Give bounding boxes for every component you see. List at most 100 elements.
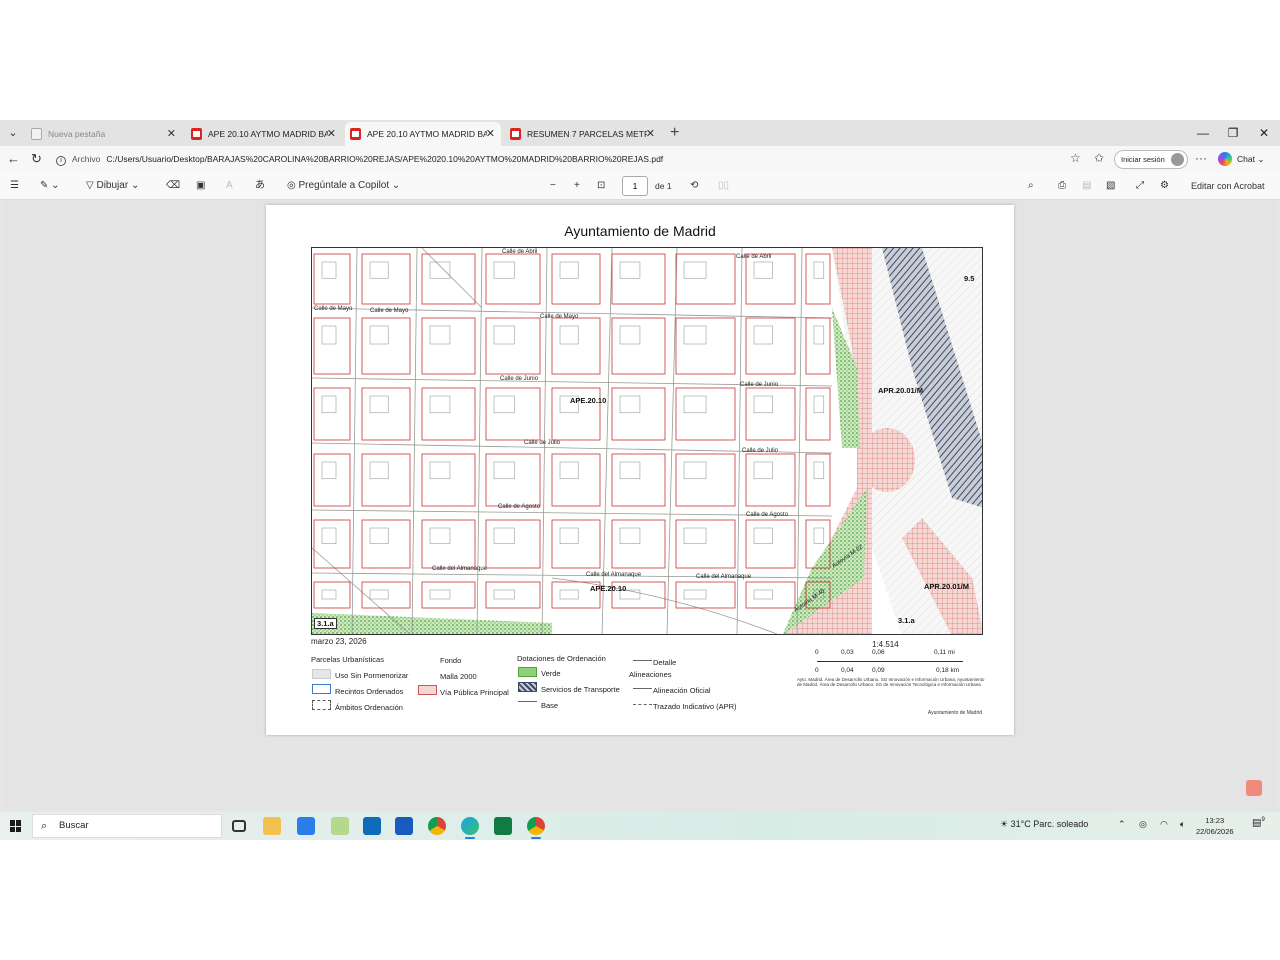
translate-icon[interactable]: あ <box>255 179 265 193</box>
new-tab-button[interactable]: + <box>670 123 679 143</box>
fullscreen-icon[interactable]: ⤢ <box>1136 179 1144 193</box>
task-view-icon[interactable] <box>232 820 246 832</box>
chrome-profile-icon[interactable] <box>527 817 545 839</box>
building-outline <box>683 325 707 345</box>
back-arrow-icon[interactable]: ← <box>7 151 20 167</box>
settings-gear-icon[interactable]: ⚙ <box>1160 179 1169 193</box>
draw-button[interactable]: ▽ Dibujar ⌄ <box>86 179 139 193</box>
parcel-block <box>611 253 666 305</box>
legend-swatch <box>633 704 652 705</box>
outlook-icon[interactable] <box>363 817 381 835</box>
scale-tick: 0 <box>815 649 819 656</box>
word-icon[interactable] <box>395 817 413 835</box>
street-label: Calle de Junio <box>740 382 779 388</box>
legend-item: Recintos Ordenados <box>335 687 404 696</box>
more-options-icon[interactable]: ··· <box>1195 151 1207 165</box>
legend-alineaciones-title: Alineaciones <box>629 670 672 679</box>
parcel-block <box>313 519 351 569</box>
building-outline <box>753 461 773 480</box>
scale-ratio: 1:4.514 <box>872 640 899 649</box>
page-number-input[interactable]: 1 <box>622 176 648 196</box>
refresh-icon[interactable]: ↻ <box>31 151 42 167</box>
street-label: Calle de Agosto <box>498 504 541 510</box>
close-tab-icon[interactable]: ✕ <box>167 122 176 146</box>
text-box-icon[interactable]: ▣ <box>196 179 205 193</box>
rotate-icon[interactable]: ⟲ <box>690 179 698 193</box>
tab-pdf-1[interactable]: APE 20.10 AYTMO MADRID BARRI ✕ <box>186 122 342 146</box>
highlight-icon[interactable]: ✎ ⌄ <box>40 179 60 193</box>
volume-icon[interactable]: 🔈︎ <box>1180 819 1185 830</box>
pdf-viewer-area[interactable]: Ayuntamiento de Madrid Calle de Abril Ca… <box>2 200 1278 810</box>
legend-swatch <box>312 700 331 710</box>
building-outline <box>321 325 337 345</box>
mail-app-icon[interactable] <box>297 817 315 835</box>
pdf-icon <box>350 128 361 140</box>
windows-start-icon[interactable] <box>10 820 22 832</box>
building-outline <box>559 527 579 544</box>
minimize-button[interactable]: — <box>1193 124 1213 142</box>
save-as-icon[interactable]: ▧ <box>1106 179 1115 193</box>
tab-pdf-2-active[interactable]: APE 20.10 AYTMO MADRID BARRI ✕ <box>345 122 501 146</box>
signin-button[interactable]: Iniciar sesión <box>1114 150 1188 169</box>
close-window-button[interactable]: ✕ <box>1254 124 1274 142</box>
edge-icon[interactable] <box>461 817 479 839</box>
street-label: Calle de Mayo <box>540 314 579 320</box>
url-field[interactable]: i Archivo C:/Users/Usuario/Desktop/BARAJAS… <box>52 149 1052 169</box>
read-aloud-icon[interactable]: A <box>226 179 233 193</box>
legend-swatch <box>518 701 537 702</box>
search-icon[interactable]: ⌕ <box>1028 179 1034 193</box>
info-icon[interactable]: i <box>56 156 66 166</box>
save-icon[interactable]: ▤ <box>1082 179 1091 193</box>
zoom-out-button[interactable]: − <box>550 179 556 193</box>
search-icon: ⌕ <box>41 820 48 832</box>
close-tab-icon[interactable]: ✕ <box>646 122 655 146</box>
pdf-icon <box>510 128 521 140</box>
favorites-list-icon[interactable]: ✩ <box>1094 151 1104 165</box>
zone-label: 3.1.a <box>898 616 915 625</box>
scale-tick: 0,03 <box>841 649 854 656</box>
restore-button[interactable]: ❐ <box>1223 124 1243 142</box>
legend-item: Alineación Oficial <box>653 686 711 695</box>
edit-with-acrobat-button[interactable]: Editar con Acrobat <box>1191 179 1265 193</box>
taskbar-search[interactable]: ⌕ Buscar <box>32 814 222 838</box>
notifications-icon[interactable]: ▤9 <box>1252 817 1265 828</box>
camera-icon[interactable]: ◎ <box>1139 819 1147 830</box>
zoom-in-button[interactable]: + <box>574 179 580 193</box>
tab-actions-menu[interactable]: ⌄ <box>4 124 22 142</box>
building-outline <box>683 527 707 544</box>
close-tab-icon[interactable]: ✕ <box>486 122 495 146</box>
eraser-icon[interactable]: ⌫ <box>166 179 180 193</box>
scale-bar <box>817 661 963 662</box>
urban-plan-map[interactable]: Calle de Abril Calle de Mayo Calle de Ma… <box>311 247 983 635</box>
fit-page-icon[interactable]: ⊡ <box>597 179 605 193</box>
chevron-up-icon[interactable]: ⌃ <box>1118 819 1126 830</box>
acrobat-icon[interactable] <box>1246 780 1262 796</box>
document-date: marzo 23, 2026 <box>311 637 367 646</box>
excel-icon[interactable] <box>494 817 512 835</box>
tab-pdf-3[interactable]: RESUMEN 7 PARCELAS METROS Y ✕ <box>505 122 661 146</box>
print-icon[interactable]: ⎙ <box>1058 179 1066 193</box>
address-bar-row: ← ↻ i Archivo C:/Users/Usuario/Desktop/BAR… <box>0 146 1280 173</box>
close-tab-icon[interactable]: ✕ <box>327 122 336 146</box>
file-explorer-icon[interactable] <box>263 817 281 835</box>
taskbar-clock[interactable]: 13:23 22/06/2026 <box>1196 815 1234 837</box>
notes-app-icon[interactable] <box>331 817 349 835</box>
weather-widget[interactable]: ☀ 31°C Parc. soleado <box>1000 819 1088 830</box>
copilot-chat-button[interactable]: Chat ⌄ <box>1218 152 1264 166</box>
contents-list-icon[interactable]: ☰ <box>10 179 19 193</box>
windows-taskbar: ⌕ Buscar ☀ 31°C Parc. soleado ⌃ ◎ ◠ 🔈︎ 1… <box>0 812 1280 840</box>
parcel-block <box>805 317 831 375</box>
legend-item: Malla 2000 <box>440 672 477 681</box>
pdf-toolbar: ☰ ✎ ⌄ ▽ Dibujar ⌄ ⌫ ▣ A あ ◎ Pregúntale a… <box>0 173 1280 200</box>
copilot-ask-button[interactable]: ◎ Pregúntale a Copilot ⌄ <box>287 179 400 193</box>
scale-tick: 0,06 <box>872 649 885 656</box>
chrome-icon[interactable] <box>428 817 446 835</box>
avatar-icon <box>1171 153 1184 166</box>
favorite-star-icon[interactable]: ☆ <box>1070 151 1081 165</box>
building-outline <box>429 527 451 544</box>
wifi-icon[interactable]: ◠ <box>1160 819 1168 830</box>
page-view-icon[interactable]: ▯▯ <box>718 179 729 193</box>
legend-item: Ámbitos Ordenación <box>335 703 403 712</box>
tab-new-tab[interactable]: Nueva pestaña ✕ <box>26 122 182 146</box>
weather-sun-icon: ☀ <box>1000 819 1009 829</box>
